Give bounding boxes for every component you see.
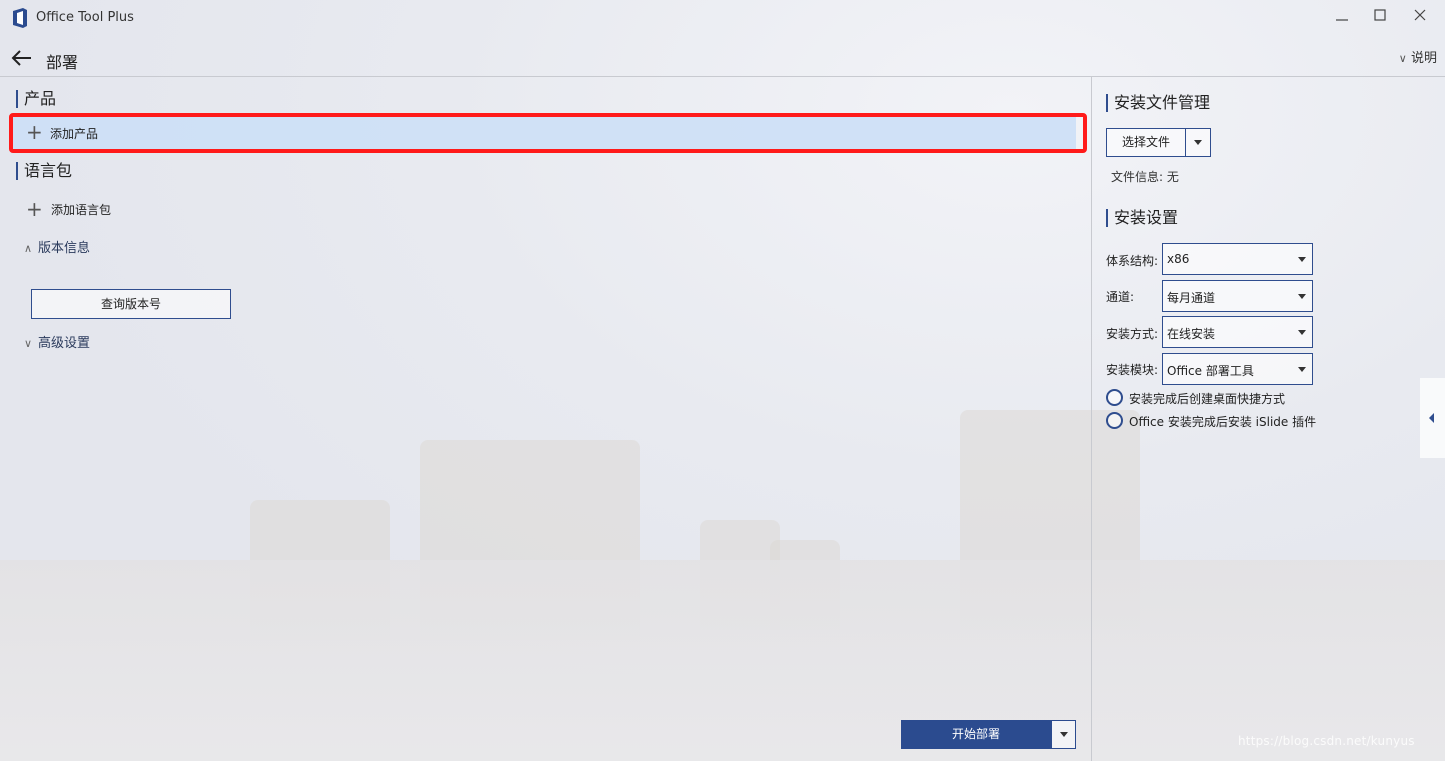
- language-section-title: 语言包: [16, 162, 72, 180]
- caret-down-icon: [1298, 330, 1306, 335]
- ground: [0, 560, 1445, 761]
- architecture-select[interactable]: x86: [1162, 243, 1313, 275]
- install-module-select[interactable]: Office 部署工具: [1162, 353, 1313, 385]
- caret-left-icon: [1429, 413, 1434, 423]
- install-module-value: Office 部署工具: [1167, 364, 1254, 378]
- radio-button[interactable]: [1106, 389, 1123, 406]
- install-method-label: 安装方式:: [1106, 327, 1159, 341]
- channel-label: 通道:: [1106, 290, 1135, 304]
- channel-select[interactable]: 每月通道: [1162, 280, 1313, 312]
- page-title: 部署: [46, 53, 79, 72]
- start-deploy-dropdown[interactable]: [1051, 720, 1076, 749]
- minimize-icon[interactable]: [1332, 8, 1352, 28]
- plus-icon: +: [26, 197, 43, 221]
- chevron-down-icon: ∨: [24, 337, 33, 350]
- side-panel-toggle[interactable]: [1420, 378, 1445, 458]
- help-label: 说明: [1410, 51, 1437, 66]
- file-info-value: 无: [1166, 170, 1179, 184]
- add-language-button[interactable]: + 添加语言包: [26, 197, 111, 221]
- header-divider: [0, 76, 1445, 77]
- version-info-label: 版本信息: [38, 241, 91, 256]
- chevron-up-icon: ∧: [24, 242, 33, 255]
- install-method-value: 在线安装: [1167, 327, 1216, 341]
- desktop-shortcut-label: 安装完成后创建桌面快捷方式: [1129, 392, 1286, 406]
- architecture-label: 体系结构:: [1106, 254, 1159, 268]
- file-info-label: 文件信息:: [1111, 170, 1164, 184]
- annotation-highlight-box: [9, 113, 1087, 153]
- file-info: 文件信息: 无: [1111, 168, 1179, 185]
- channel-value: 每月通道: [1167, 291, 1216, 305]
- caret-down-icon: [1194, 140, 1202, 145]
- maximize-icon[interactable]: [1370, 8, 1390, 28]
- close-icon[interactable]: [1410, 8, 1430, 28]
- query-version-label: 查询版本号: [100, 297, 161, 311]
- app-title: Office Tool Plus: [36, 10, 134, 25]
- caret-down-icon: [1298, 367, 1306, 372]
- advanced-settings-label: 高级设置: [38, 336, 91, 351]
- install-method-select[interactable]: 在线安装: [1162, 316, 1313, 348]
- choose-file-label: 选择文件: [1121, 135, 1170, 149]
- install-module-label: 安装模块:: [1106, 363, 1159, 377]
- islide-label: Office 安装完成后安装 iSlide 插件: [1129, 415, 1317, 429]
- file-management-title: 安装文件管理: [1106, 94, 1210, 112]
- help-link[interactable]: ∨ 说明: [1399, 47, 1437, 66]
- choose-file-button[interactable]: 选择文件: [1106, 128, 1186, 157]
- choose-file-dropdown[interactable]: [1185, 128, 1211, 157]
- radio-button[interactable]: [1106, 412, 1123, 429]
- architecture-value: x86: [1167, 252, 1190, 266]
- caret-down-icon: [1060, 732, 1068, 737]
- advanced-settings-expander[interactable]: ∨ 高级设置: [24, 332, 90, 351]
- arrow-left-icon[interactable]: [10, 48, 34, 68]
- start-deploy-button[interactable]: 开始部署: [901, 720, 1051, 749]
- title-bar: Office Tool Plus: [0, 0, 1445, 36]
- query-version-button[interactable]: 查询版本号: [31, 289, 231, 319]
- products-section-title: 产品: [16, 90, 56, 108]
- caret-down-icon: [1298, 294, 1306, 299]
- chevron-down-icon: ∨: [1398, 52, 1407, 65]
- nav-bar: 部署 ∨ 说明: [0, 40, 1445, 76]
- panel-divider: [1091, 77, 1092, 761]
- office-logo-icon: [13, 8, 27, 28]
- install-settings-title: 安装设置: [1106, 209, 1178, 227]
- watermark: https://blog.csdn.net/kunyus: [1238, 734, 1415, 748]
- add-language-label: 添加语言包: [51, 203, 112, 217]
- caret-down-icon: [1298, 257, 1306, 262]
- version-info-expander[interactable]: ∧ 版本信息: [24, 237, 90, 256]
